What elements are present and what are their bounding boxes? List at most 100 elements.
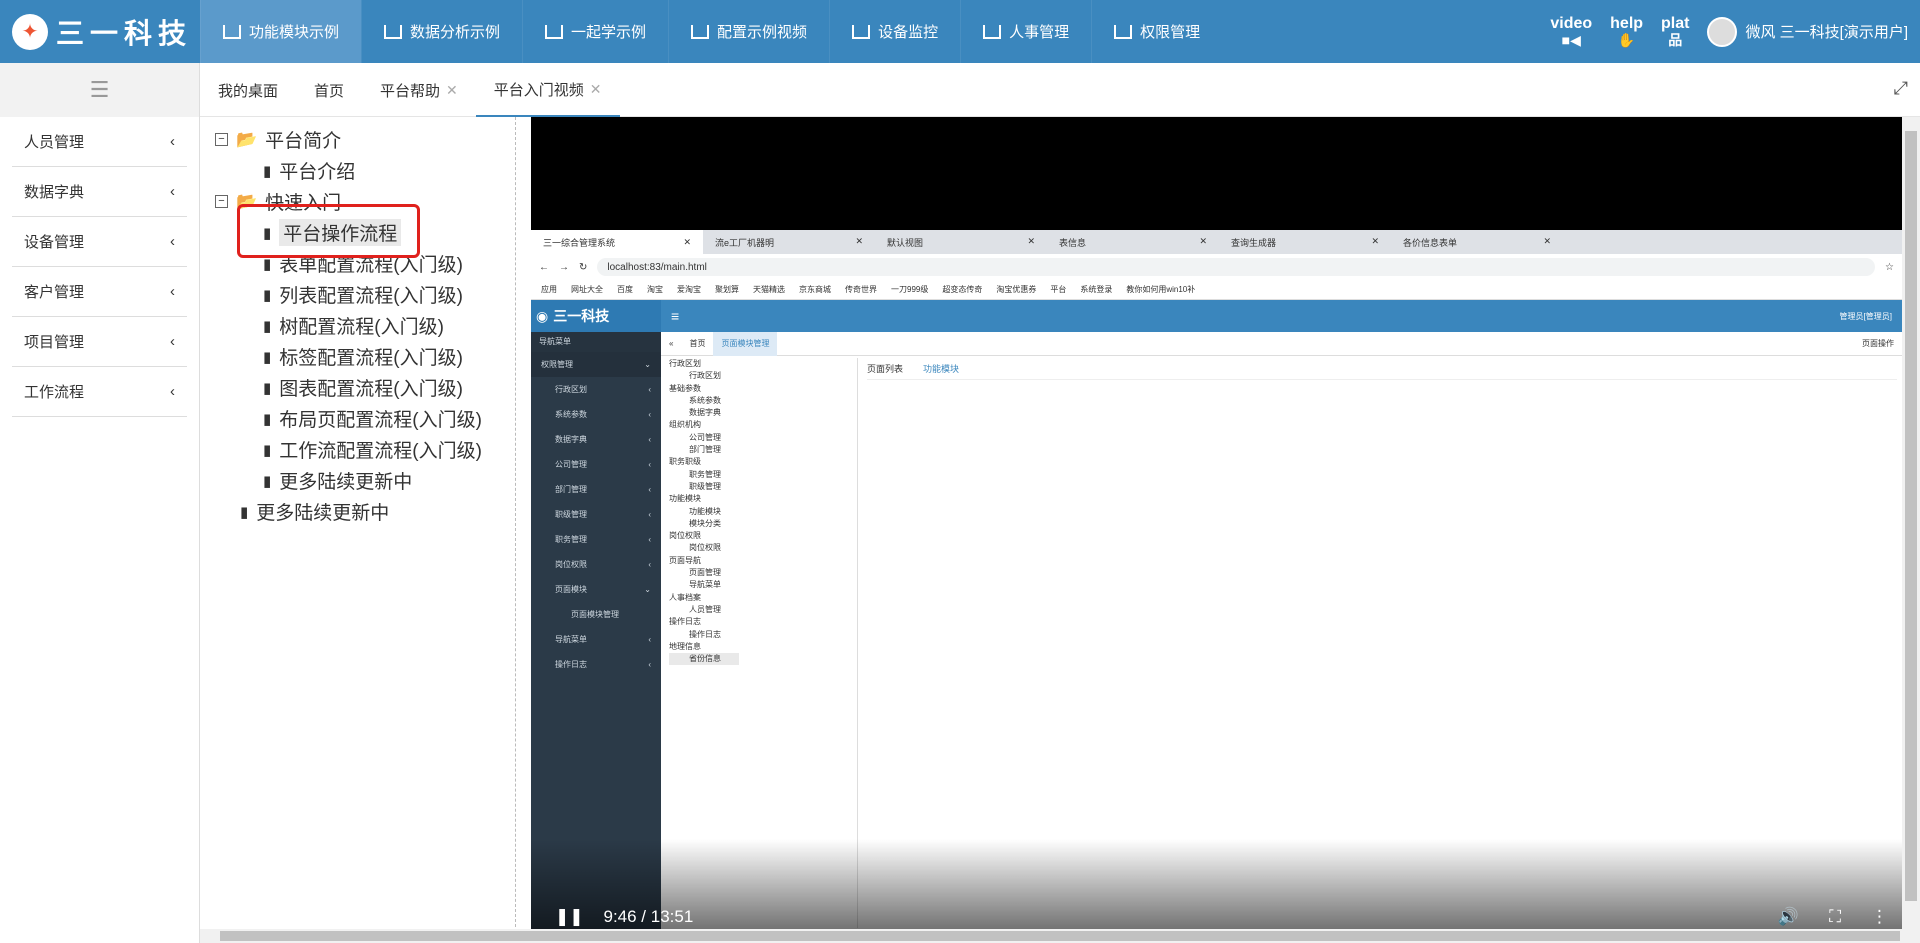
sidebar-item-dictionary[interactable]: 数据字典 ‹ bbox=[12, 167, 187, 217]
embedded-right-tabs: 页面列表 功能模块 bbox=[867, 358, 1897, 380]
video-controls: ❚❚ 9:46 / 13:51 🔊 ⛶ ⋮ bbox=[531, 839, 1902, 929]
embedded-tree-node: 岗位权限 bbox=[689, 543, 721, 553]
nav-item-function-modules[interactable]: 功能模块示例 bbox=[200, 0, 362, 63]
scrollbar-thumb[interactable] bbox=[220, 931, 1900, 941]
tree-label: 平台介绍 bbox=[279, 162, 356, 183]
nav-item-data-analysis[interactable]: 数据分析示例 bbox=[361, 0, 522, 63]
tab-desktop[interactable]: 我的桌面 bbox=[200, 63, 296, 117]
collapse-icon[interactable]: − bbox=[215, 133, 228, 146]
embedded-tree-node: 组织机构 bbox=[669, 420, 701, 430]
tree-node-more-updates-root[interactable]: ▮ 更多陆续更新中 bbox=[240, 498, 389, 525]
logo-icon: ◉ bbox=[536, 307, 549, 324]
menu-label: 部门管理 bbox=[555, 485, 587, 494]
page-tabs: 我的桌面 首页 平台帮助 ✕ 平台入门视频 ✕ bbox=[200, 63, 620, 117]
nav-item-learn-together[interactable]: 一起学示例 bbox=[522, 0, 668, 63]
nav-item-config-videos[interactable]: 配置示例视频 bbox=[668, 0, 829, 63]
browser-tab-label: 表信息 bbox=[1059, 237, 1087, 248]
video-button[interactable]: video ■◀ bbox=[1550, 15, 1592, 48]
sidebar-item-label: 项目管理 bbox=[24, 334, 85, 351]
tree-node-workflow-config[interactable]: ▮ 工作流配置流程(入门级) bbox=[263, 436, 482, 463]
tab-platform-help[interactable]: 平台帮助 ✕ bbox=[362, 63, 476, 117]
nav-item-permissions[interactable]: 权限管理 bbox=[1091, 0, 1222, 63]
sidebar-item-workflow[interactable]: 工作流程 ‹ bbox=[12, 367, 187, 417]
embedded-app-user: 管理员[管理员] bbox=[1839, 311, 1892, 321]
tree-node-list-config[interactable]: ▮ 列表配置流程(入门级) bbox=[263, 281, 463, 308]
close-icon[interactable]: ✕ bbox=[590, 81, 602, 98]
tree-node-chart-config[interactable]: ▮ 图表配置流程(入门级) bbox=[263, 374, 463, 401]
tree-node-platform-intro-doc[interactable]: ▮ 平台介绍 bbox=[263, 157, 355, 184]
tree-label: 工作流配置流程(入门级) bbox=[279, 441, 482, 462]
embedded-tree-node: 部门管理 bbox=[689, 445, 721, 455]
embedded-menu-item: 职级管理 ‹ bbox=[531, 502, 661, 527]
embedded-app-logo: ◉ 三一科技 bbox=[531, 300, 661, 332]
volume-icon[interactable]: 🔊 bbox=[1778, 907, 1799, 927]
vertical-scrollbar[interactable] bbox=[1902, 117, 1920, 929]
sidebar: 人员管理 ‹ 数据字典 ‹ 设备管理 ‹ 客户管理 ‹ 项目管理 ‹ 工作流程 ‹ bbox=[0, 117, 200, 943]
tree-label: 树配置流程(入门级) bbox=[279, 317, 444, 338]
tree-label: 更多陆续更新中 bbox=[256, 503, 390, 524]
close-icon[interactable]: ✕ bbox=[446, 82, 458, 99]
embedded-tab: 首页 bbox=[689, 339, 706, 348]
embedded-menu-item: 权限管理 ⌄ bbox=[531, 352, 661, 377]
brand-title: 三一科技 bbox=[56, 16, 193, 50]
sidebar-item-projects[interactable]: 项目管理 ‹ bbox=[12, 317, 187, 367]
bookmarks-bar: 应用 网址大全 百度 淘宝 爱淘宝 聚划算 天猫精选 京东商城 传奇世界 一刀999级 超变态传奇 淘… bbox=[531, 280, 1902, 300]
user-menu[interactable]: 微风 三一科技[演示用户] bbox=[1707, 16, 1908, 47]
bookmark: 平台 bbox=[1050, 285, 1067, 294]
embedded-nav-header: 导航菜单 bbox=[531, 332, 661, 352]
pause-icon[interactable]: ❚❚ bbox=[555, 907, 584, 927]
plat-label: plat bbox=[1661, 14, 1690, 32]
main-nav: 功能模块示例 数据分析示例 一起学示例 配置示例视频 设备监控 人事管理 权限管… bbox=[200, 0, 1222, 63]
fullscreen-video-icon[interactable]: ⛶ bbox=[1829, 907, 1841, 927]
menu-label: 职务管理 bbox=[555, 535, 587, 544]
bookmark: 京东商城 bbox=[799, 285, 831, 294]
bookmark: 超变态传奇 bbox=[942, 285, 983, 294]
embedded-tree-node: 岗位权限 bbox=[669, 531, 701, 541]
help-button[interactable]: help ✋ bbox=[1610, 14, 1644, 48]
embedded-tab: 页面模块管理 bbox=[713, 331, 778, 356]
tree-node-layout-config[interactable]: ▮ 布局页配置流程(入门级) bbox=[263, 405, 482, 432]
nav-item-device-monitor[interactable]: 设备监控 bbox=[829, 0, 960, 63]
collapse-sidebar-icon[interactable]: ☰ bbox=[0, 63, 200, 117]
embedded-menu-item: 部门管理 ‹ bbox=[531, 477, 661, 502]
tree-node-tag-config[interactable]: ▮ 标签配置流程(入门级) bbox=[263, 343, 463, 370]
embedded-menu-item: 页面模块管理 bbox=[531, 602, 661, 627]
reload-icon: ↻ bbox=[579, 261, 588, 273]
scrollbar-thumb[interactable] bbox=[1905, 131, 1917, 901]
chevron-left-icon: ‹ bbox=[170, 233, 175, 250]
sidebar-item-customers[interactable]: 客户管理 ‹ bbox=[12, 267, 187, 317]
chevron-left-icon: ‹ bbox=[170, 183, 175, 200]
embedded-tree-node: 行政区划 bbox=[669, 359, 701, 368]
fullscreen-icon[interactable]: ⤢ bbox=[1894, 78, 1908, 99]
video-player[interactable]: 三一综合管理系统 ✕ 流e工厂机器明 ✕ 默认视图 ✕ 表信息 ✕ 查询生成器 ✕ 各价信… bbox=[531, 117, 1902, 929]
video-frame-browser: 三一综合管理系统 ✕ 流e工厂机器明 ✕ 默认视图 ✕ 表信息 ✕ 查询生成器 ✕ 各价信… bbox=[531, 230, 1902, 929]
embedded-tree-node: 数据字典 bbox=[689, 408, 721, 418]
splitter[interactable] bbox=[515, 117, 516, 932]
tree-node-tree-config[interactable]: ▮ 树配置流程(入门级) bbox=[263, 312, 444, 339]
collapse-icon[interactable]: − bbox=[215, 195, 228, 208]
bookmark: 淘宝优惠券 bbox=[996, 285, 1037, 294]
embedded-tabs: « 首页 页面模块管理 页面操作 bbox=[661, 331, 1902, 356]
tree-node-more-updates[interactable]: ▮ 更多陆续更新中 bbox=[263, 467, 412, 494]
tree-node-platform-intro[interactable]: − 📂 平台简介 bbox=[215, 126, 341, 153]
embedded-tree-node: 页面管理 bbox=[689, 568, 721, 578]
plat-button[interactable]: plat 品 bbox=[1661, 14, 1690, 48]
sidebar-item-devices[interactable]: 设备管理 ‹ bbox=[12, 217, 187, 267]
tree-label: 布局页配置流程(入门级) bbox=[279, 410, 482, 431]
tab-home[interactable]: 首页 bbox=[296, 63, 362, 117]
embedded-tree-node: 职务管理 bbox=[689, 469, 721, 479]
more-options-icon[interactable]: ⋮ bbox=[1871, 907, 1888, 927]
sidebar-item-personnel[interactable]: 人员管理 ‹ bbox=[12, 117, 187, 167]
tab-intro-video[interactable]: 平台入门视频 ✕ bbox=[475, 63, 620, 117]
file-icon: ▮ bbox=[263, 317, 272, 335]
file-icon: ▮ bbox=[263, 441, 272, 459]
nav-item-hr[interactable]: 人事管理 bbox=[960, 0, 1091, 63]
browser-tab: 查询生成器 ✕ bbox=[1231, 235, 1379, 248]
file-icon: ▮ bbox=[240, 503, 249, 521]
bookmark: 教你如何用win10补 bbox=[1126, 285, 1196, 294]
embedded-right-tab: 功能模块 bbox=[923, 364, 960, 374]
horizontal-scrollbar[interactable] bbox=[200, 929, 1920, 943]
help-label: help bbox=[1610, 14, 1644, 32]
sidebar-item-label: 设备管理 bbox=[24, 234, 85, 251]
brand-logo[interactable]: ✦ 三一科技 bbox=[0, 0, 200, 63]
